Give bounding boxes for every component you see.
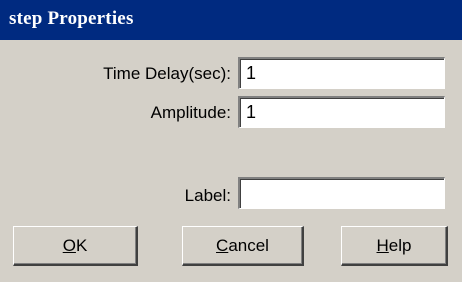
- cancel-button-label: ancel: [228, 236, 269, 255]
- label-field[interactable]: [238, 177, 445, 209]
- window-title: step Properties: [9, 8, 134, 29]
- cancel-button[interactable]: Cancel: [182, 226, 304, 266]
- amplitude-label: Amplitude:: [150, 103, 231, 122]
- help-button[interactable]: Help: [341, 226, 448, 266]
- help-button-label: elp: [388, 236, 412, 255]
- ok-button[interactable]: OK: [13, 226, 138, 266]
- label-label: Label:: [184, 186, 231, 205]
- title-bar[interactable]: step Properties: [0, 0, 462, 40]
- amplitude-field[interactable]: 1: [238, 96, 445, 128]
- step-properties-dialog: step Properties Time Delay(sec): 1 Ampli…: [0, 0, 462, 282]
- time-delay-label: Time Delay(sec):: [103, 64, 231, 83]
- ok-button-label: K: [75, 236, 88, 255]
- cancel-button-mnemonic: C: [216, 236, 229, 255]
- time-delay-field[interactable]: 1: [238, 57, 445, 89]
- help-button-mnemonic: H: [376, 236, 389, 255]
- ok-button-mnemonic: O: [62, 236, 76, 255]
